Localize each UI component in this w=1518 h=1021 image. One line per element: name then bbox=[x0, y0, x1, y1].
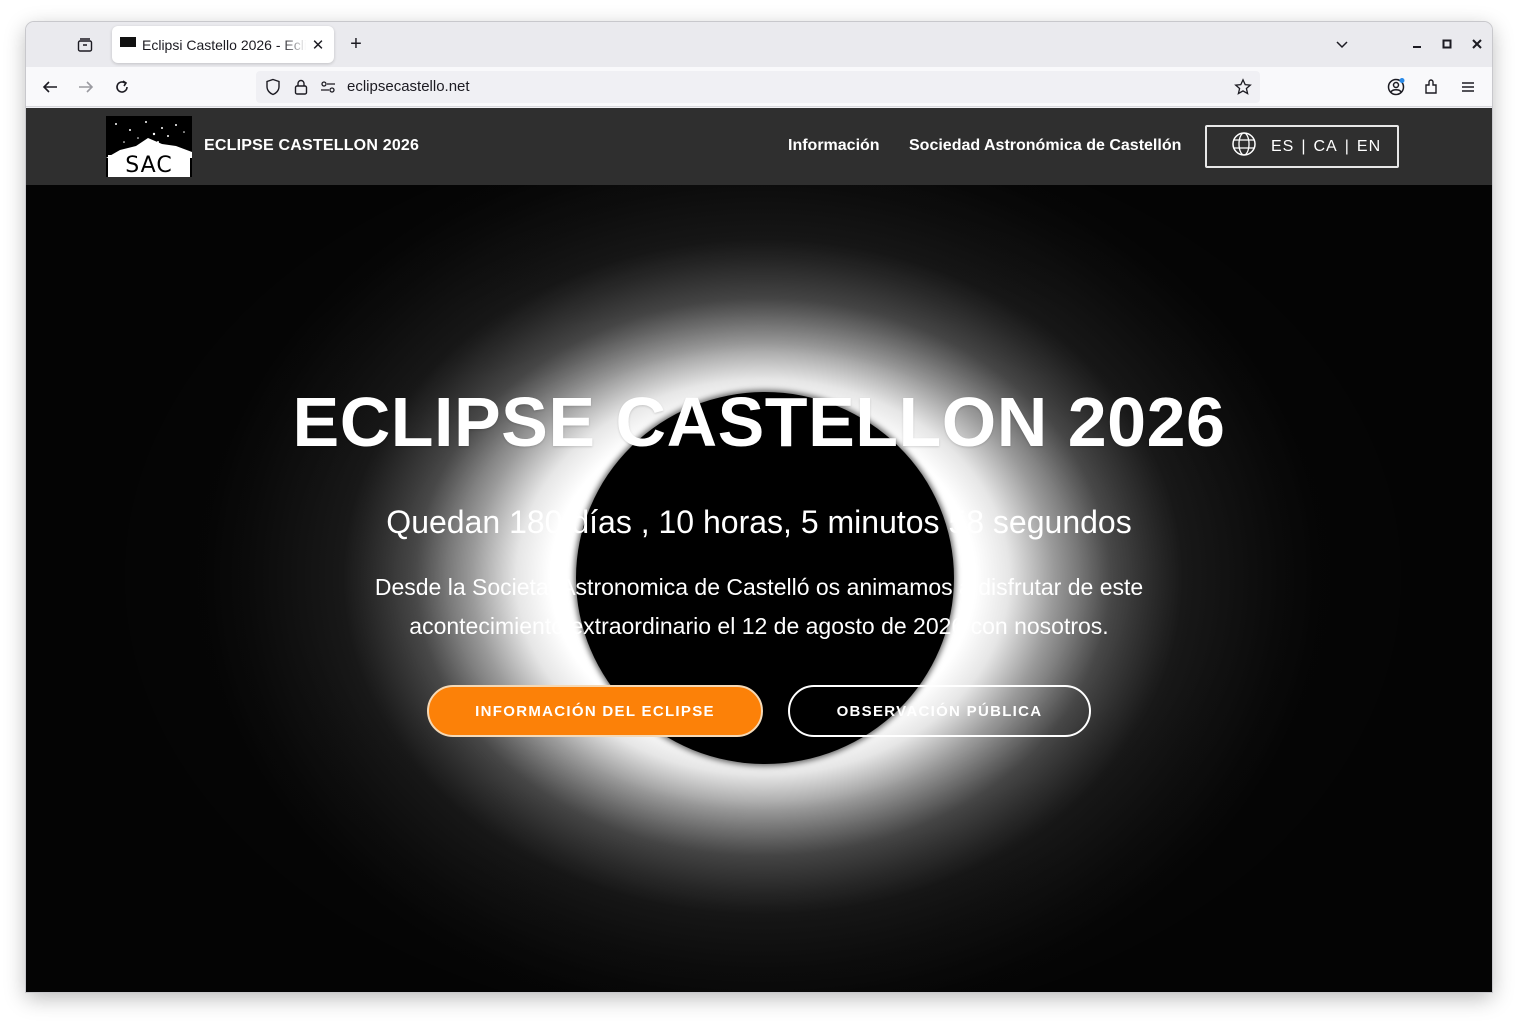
hero-section: ECLIPSE CASTELLON 2026 Quedan 180 días ,… bbox=[26, 185, 1492, 992]
extensions-icon[interactable] bbox=[1420, 75, 1444, 99]
lock-icon[interactable] bbox=[293, 78, 309, 101]
site-permissions-icon[interactable] bbox=[320, 79, 336, 100]
lang-ca[interactable]: CA bbox=[1314, 138, 1338, 156]
tab-strip: Eclipsi Castello 2026 - Eclipse Castello… bbox=[26, 22, 1492, 67]
close-tab-icon[interactable]: ✕ bbox=[310, 36, 326, 54]
site-favicon-icon bbox=[120, 36, 136, 53]
address-bar[interactable]: eclipsecastello.net bbox=[256, 71, 1260, 103]
url-text[interactable]: eclipsecastello.net bbox=[347, 78, 470, 95]
nav-link-sociedad[interactable]: Sociedad Astronómica de Castellón bbox=[909, 137, 1181, 155]
active-tab[interactable]: Eclipsi Castello 2026 - Eclipse Castello… bbox=[112, 26, 334, 63]
logo-text: SAC bbox=[108, 155, 190, 177]
forward-icon[interactable] bbox=[74, 75, 98, 99]
bookmark-star-icon[interactable] bbox=[1234, 78, 1252, 101]
globe-icon bbox=[1231, 131, 1257, 162]
shield-icon[interactable] bbox=[264, 78, 282, 101]
new-tab-icon[interactable]: + bbox=[344, 33, 368, 57]
lang-separator: | bbox=[1344, 137, 1350, 155]
intro-text: Desde la Societat Astronomica de Castell… bbox=[374, 574, 1144, 639]
hero-title: ECLIPSE CASTELLON 2026 bbox=[292, 383, 1226, 461]
site-title[interactable]: ECLIPSE CASTELLON 2026 bbox=[204, 137, 419, 155]
lang-es[interactable]: ES bbox=[1271, 138, 1294, 156]
tab-title: Eclipsi Castello 2026 - Eclipse Castello… bbox=[142, 36, 307, 53]
minimize-icon[interactable] bbox=[1407, 34, 1427, 54]
maximize-icon[interactable] bbox=[1437, 34, 1457, 54]
list-all-tabs-icon[interactable] bbox=[1332, 34, 1352, 54]
lang-separator: | bbox=[1301, 137, 1307, 155]
nav-link-informacion[interactable]: Información bbox=[788, 137, 880, 155]
reload-icon[interactable] bbox=[110, 75, 134, 99]
public-observation-button[interactable]: OBSERVACIÓN PÚBLICA bbox=[788, 685, 1091, 737]
browser-window: Eclipsi Castello 2026 - Eclipse Castello… bbox=[26, 22, 1492, 992]
lang-en[interactable]: EN bbox=[1357, 138, 1381, 156]
menu-icon[interactable] bbox=[1456, 75, 1480, 99]
close-window-icon[interactable] bbox=[1467, 34, 1487, 54]
starfield-icon bbox=[106, 121, 192, 158]
navigation-bar: eclipsecastello.net bbox=[26, 67, 1492, 107]
language-selector[interactable]: ES | CA | EN bbox=[1205, 125, 1399, 168]
countdown-text: Quedan 180 días , 10 horas, 5 minutos 58… bbox=[386, 504, 1132, 540]
site-header: SAC ECLIPSE CASTELLON 2026 Información S… bbox=[26, 108, 1492, 185]
sac-logo[interactable]: SAC bbox=[106, 116, 192, 177]
back-icon[interactable] bbox=[38, 75, 62, 99]
eclipse-info-button[interactable]: INFORMACIÓN DEL ECLIPSE bbox=[427, 685, 763, 737]
tab-list-icon[interactable] bbox=[74, 34, 96, 56]
account-icon[interactable] bbox=[1384, 75, 1408, 99]
web-page: SAC ECLIPSE CASTELLON 2026 Información S… bbox=[26, 108, 1492, 992]
